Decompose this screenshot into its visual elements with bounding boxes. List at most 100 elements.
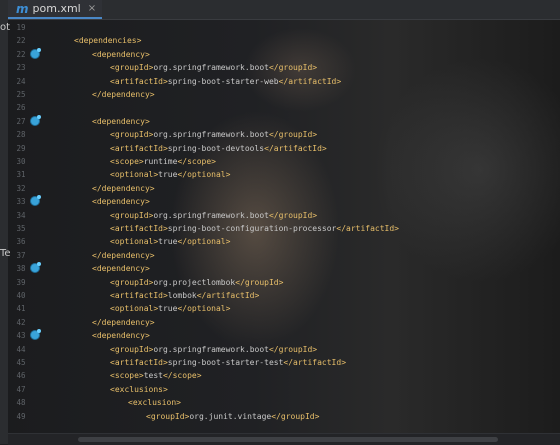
code-text: <dependencies> (74, 34, 141, 47)
code-text: <groupId>org.junit.vintage</groupId> (146, 410, 319, 423)
dependency-gutter-icon[interactable] (30, 47, 41, 59)
xml-tag: <dependencies> (74, 36, 142, 46)
code-text: <groupId>org.projectlombok</groupId> (110, 276, 283, 289)
code-editor[interactable]: 19 22 <dependencies> 22 <dependency> 23 <group… (8, 19, 560, 433)
code-line[interactable]: 23 <groupId>org.springframework.boot</gro… (8, 61, 560, 74)
code-text: <artifactId>spring-boot-devtools</artifa… (110, 142, 327, 155)
code-line[interactable]: 43 <dependency> (8, 329, 560, 342)
dependency-gutter-icon[interactable] (30, 195, 41, 207)
xml-tag: </groupId> (268, 210, 318, 220)
code-line[interactable]: 22 <dependency> (8, 47, 560, 61)
xml-value: spring-boot-configuration-processor (167, 224, 337, 233)
code-line[interactable]: 19 (8, 21, 560, 34)
code-line[interactable]: 35 <artifactId>spring-boot-configuration-… (8, 222, 560, 235)
line-number: 36 (16, 237, 26, 247)
code-line[interactable]: 37 </dependency> (8, 249, 560, 262)
code-line[interactable]: 40 <artifactId>lombok</artifactId> (8, 289, 560, 302)
xml-tag: <dependency> (92, 264, 150, 274)
code-text: <artifactId>spring-boot-configuration-pr… (110, 222, 399, 235)
code-text: <groupId>org.springframework.boot</group… (110, 128, 317, 141)
dependency-gutter-icon[interactable] (30, 329, 41, 341)
code-line[interactable]: 34 <groupId>org.springframework.boot</gro… (8, 209, 560, 222)
code-text: </dependency> (92, 249, 155, 262)
left-tool-strip: ot Te (0, 0, 11, 444)
code-text: <optional>true</optional> (110, 168, 230, 181)
tab-pom-xml[interactable]: m pom.xml × (8, 0, 103, 19)
code-line[interactable]: 38 <dependency> (8, 262, 560, 275)
code-text: <groupId>org.springframework.boot</group… (110, 343, 317, 356)
code-line[interactable]: 48 <exclusion> (8, 396, 560, 409)
xml-tag: </artifactId> (278, 76, 342, 86)
xml-value: org.springframework.boot (153, 63, 269, 73)
code-text: <dependency> (92, 195, 150, 208)
xml-tag: </artifactId> (196, 291, 260, 300)
code-line[interactable]: 32 </dependency> (8, 182, 560, 195)
horizontal-scrollbar[interactable] (8, 433, 560, 445)
xml-tag: <groupId> (146, 411, 190, 421)
xml-value: spring-boot-starter-test (167, 358, 284, 367)
code-line[interactable]: 27 <dependency> (8, 114, 560, 128)
line-number: 45 (16, 358, 26, 367)
xml-value: lombok (167, 291, 197, 300)
line-number: 42 (16, 317, 26, 327)
code-text: </dependency> (92, 88, 155, 101)
code-line[interactable]: 36 <optional>true</optional> (8, 235, 560, 248)
code-line[interactable]: 41 <optional>true</optional> (8, 302, 560, 315)
code-text: <optional>true</optional> (110, 235, 230, 248)
code-text: <artifactId>spring-boot-starter-test</ar… (110, 356, 346, 369)
xml-tag: </dependency> (92, 250, 155, 260)
code-line[interactable]: 45 <artifactId>spring-boot-starter-test</… (8, 356, 560, 369)
code-line[interactable]: 49 <groupId>org.junit.vintage</groupId> (8, 410, 560, 423)
code-text: <dependency> (92, 329, 150, 342)
xml-tag: <groupId> (110, 210, 154, 220)
code-text: <scope>test</scope> (110, 369, 202, 382)
xml-value: spring-boot-devtools (167, 143, 265, 153)
line-number: 29 (16, 143, 26, 153)
xml-tag: <optional> (110, 237, 159, 247)
xml-tag: <dependency> (92, 197, 150, 207)
xml-tag: <dependency> (92, 331, 150, 341)
code-line[interactable]: 39 <groupId>org.projectlombok</groupId> (8, 276, 560, 289)
xml-tag: <groupId> (110, 130, 154, 140)
code-line[interactable]: 22 <dependencies> (8, 34, 560, 47)
maven-m-icon: m (16, 1, 29, 16)
code-line[interactable]: 47 <exclusions> (8, 383, 560, 396)
code-line[interactable]: 33 <dependency> (8, 195, 560, 208)
code-text: <groupId>org.springframework.boot</group… (110, 61, 317, 74)
line-number: 31 (16, 170, 26, 180)
xml-tag: <artifactId> (110, 143, 168, 153)
dependency-gutter-icon[interactable] (30, 262, 41, 274)
xml-tag: <groupId> (110, 63, 154, 73)
code-text: <groupId>org.springframework.boot</group… (110, 209, 317, 222)
xml-tag: <groupId> (110, 277, 154, 287)
code-line[interactable]: 28 <groupId>org.springframework.boot</gro… (8, 128, 560, 141)
code-line[interactable]: 31 <optional>true</optional> (8, 168, 560, 181)
code-text: </dependency> (92, 316, 155, 329)
line-number: 24 (16, 76, 26, 86)
line-number: 19 (16, 23, 26, 32)
xml-value: runtime (143, 157, 178, 166)
close-icon[interactable]: × (88, 3, 96, 14)
xml-tag: <groupId> (110, 344, 154, 354)
xml-tag: <optional> (110, 170, 159, 180)
code-line[interactable]: 46 <scope>test</scope> (8, 369, 560, 382)
xml-tag: <artifactId> (110, 291, 168, 300)
code-text: <dependency> (92, 115, 150, 128)
dependency-gutter-icon[interactable] (30, 114, 41, 126)
xml-tag: <dependency> (92, 49, 150, 59)
code-line[interactable]: 24 <artifactId>spring-boot-starter-web</a… (8, 75, 560, 88)
code-line[interactable]: 44 <groupId>org.springframework.boot</gro… (8, 343, 560, 356)
scrollbar-thumb[interactable] (78, 437, 498, 442)
code-line[interactable]: 29 <artifactId>spring-boot-devtools</arti… (8, 142, 560, 155)
xml-tag: <scope> (110, 371, 144, 381)
editor-tab-bar: m pom.xml × (8, 0, 560, 20)
xml-tag: </artifactId> (336, 224, 399, 233)
code-line[interactable]: 30 <scope>runtime</scope> (8, 155, 560, 168)
code-line[interactable]: 25 </dependency> (8, 88, 560, 101)
code-line[interactable]: 42 </dependency> (8, 316, 560, 329)
xml-tag: </groupId> (271, 411, 320, 421)
code-line[interactable]: 26 (8, 101, 560, 114)
line-number: 37 (16, 250, 26, 260)
xml-tag: <exclusions> (110, 384, 168, 394)
xml-value: org.springframework.boot (153, 344, 269, 354)
